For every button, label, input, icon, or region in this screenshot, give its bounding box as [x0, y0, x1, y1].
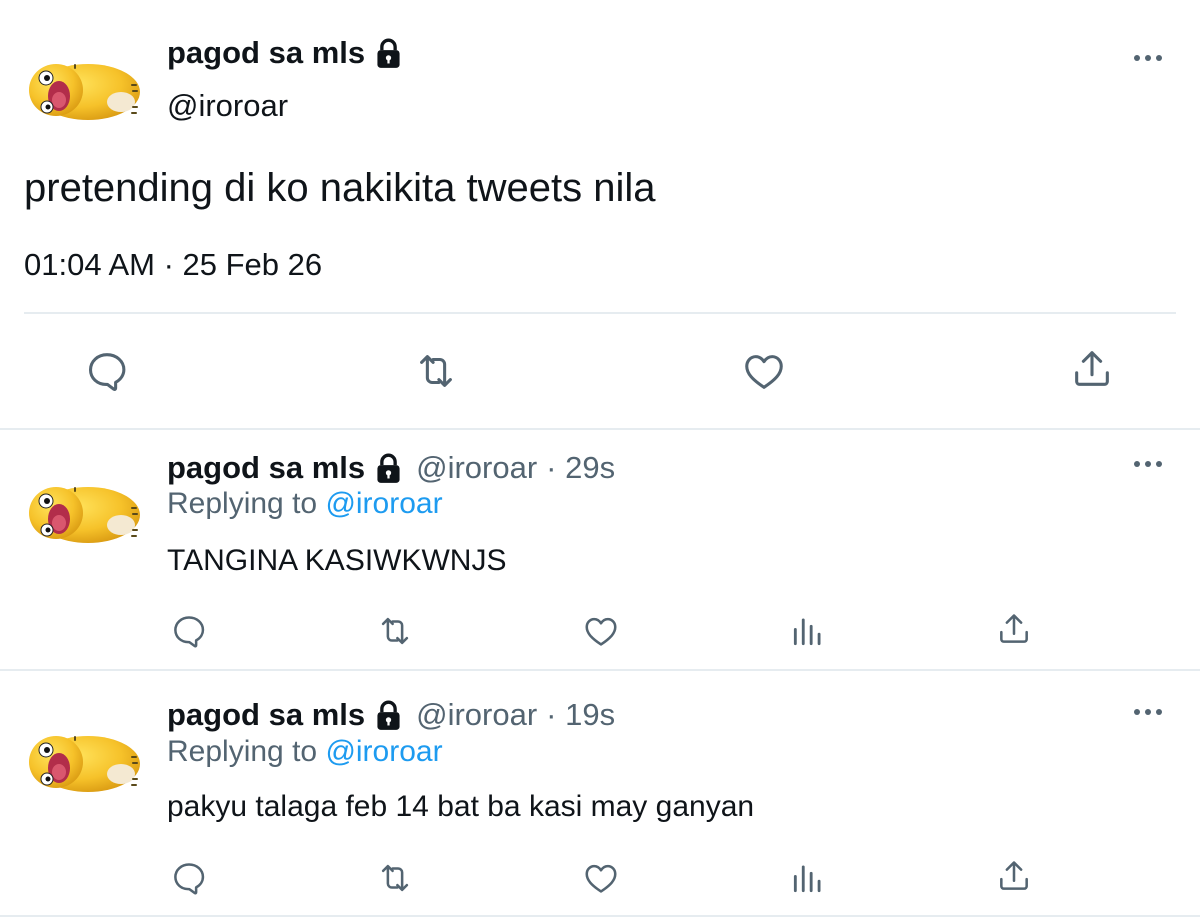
- author-row: pagod sa mls @iroroar · 19s: [167, 695, 615, 735]
- tweet-text: pretending di ko nakikita tweets nila: [24, 166, 656, 210]
- more-options-button[interactable]: [1134, 461, 1162, 467]
- like-icon[interactable]: [582, 859, 620, 897]
- share-icon[interactable]: [995, 857, 1033, 895]
- replying-to-line: Replying to @iroroar: [167, 735, 443, 769]
- replying-to-line: Replying to @iroroar: [167, 487, 443, 521]
- author-handle[interactable]: @iroroar: [416, 450, 537, 486]
- tweet-timestamp[interactable]: 01:04 AM · 25 Feb 26: [24, 247, 322, 283]
- author-row: pagod sa mls: [167, 33, 402, 73]
- divider: [0, 915, 1200, 917]
- more-options-button[interactable]: [1134, 55, 1162, 61]
- views-icon[interactable]: [789, 612, 827, 650]
- display-name[interactable]: pagod sa mls: [167, 450, 365, 486]
- reply-icon[interactable]: [84, 348, 130, 394]
- divider: [0, 669, 1200, 671]
- tweet-text: pakyu talaga feb 14 bat ba kasi may gany…: [167, 790, 755, 823]
- views-icon[interactable]: [789, 859, 827, 897]
- retweet-icon[interactable]: [376, 612, 414, 650]
- more-options-button[interactable]: [1134, 709, 1162, 715]
- author-handle[interactable]: @iroroar: [416, 697, 537, 733]
- lock-icon: [375, 700, 402, 731]
- divider: [0, 428, 1200, 430]
- replying-to-label: Replying to: [167, 487, 318, 520]
- retweet-icon[interactable]: [376, 859, 414, 897]
- like-icon[interactable]: [582, 612, 620, 650]
- display-name[interactable]: pagod sa mls: [167, 35, 365, 71]
- reply-icon[interactable]: [170, 859, 208, 897]
- divider: [24, 312, 1176, 314]
- replying-to-label: Replying to: [167, 735, 318, 768]
- tweet-time[interactable]: · 19s: [546, 697, 615, 733]
- more-horizontal-icon: [1134, 709, 1140, 715]
- like-icon[interactable]: [741, 348, 787, 394]
- share-icon[interactable]: [995, 610, 1033, 648]
- author-handle[interactable]: @iroroar: [167, 88, 288, 124]
- tweet-text: TANGINA KASIWKWNJS: [167, 544, 507, 577]
- author-row: pagod sa mls @iroroar · 29s: [167, 448, 615, 488]
- avatar[interactable]: [24, 50, 148, 130]
- replying-to-mention[interactable]: @iroroar: [325, 487, 442, 520]
- retweet-icon[interactable]: [413, 348, 459, 394]
- display-name[interactable]: pagod sa mls: [167, 697, 365, 733]
- avatar[interactable]: [24, 722, 148, 802]
- avatar[interactable]: [24, 473, 148, 553]
- more-horizontal-icon: [1134, 461, 1140, 467]
- tweet-time[interactable]: · 29s: [546, 450, 615, 486]
- lock-icon: [375, 38, 402, 69]
- share-icon[interactable]: [1069, 346, 1115, 392]
- lock-icon: [375, 453, 402, 484]
- more-horizontal-icon: [1134, 55, 1140, 61]
- reply-icon[interactable]: [170, 612, 208, 650]
- replying-to-mention[interactable]: @iroroar: [325, 735, 442, 768]
